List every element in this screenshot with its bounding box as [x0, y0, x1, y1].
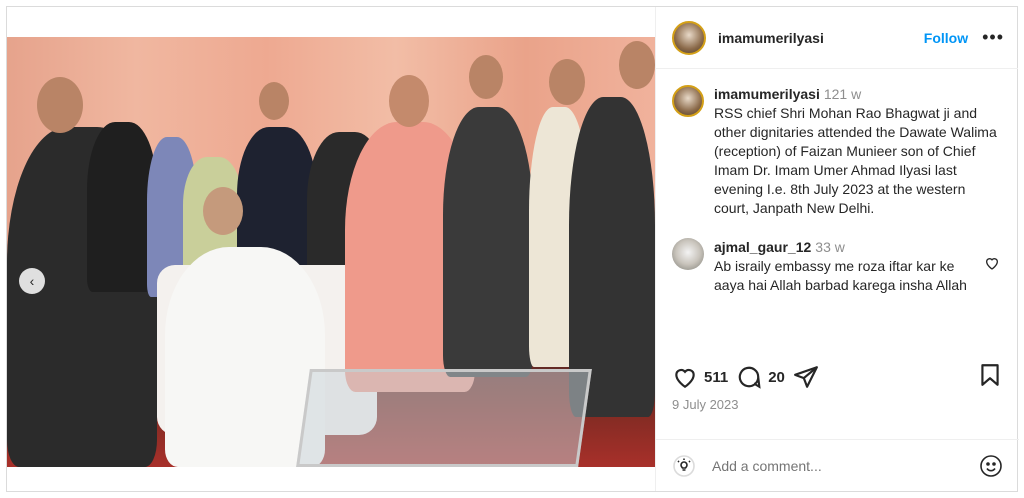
commenter-username[interactable]: imamumerilyasi	[714, 86, 820, 102]
add-comment-bar	[656, 439, 1019, 491]
photo-figure	[443, 107, 533, 377]
bookmark-icon	[981, 363, 999, 386]
carousel-prev-button[interactable]: ‹	[19, 268, 45, 294]
like-button[interactable]: 511	[672, 364, 728, 390]
author-avatar[interactable]	[672, 20, 706, 55]
photo-figure	[619, 41, 655, 89]
more-dots-icon[interactable]: •••	[982, 27, 1004, 48]
share-button[interactable]	[793, 364, 819, 390]
paper-plane-icon	[793, 366, 818, 388]
photo-figure	[203, 187, 243, 235]
comment-age: 121 w	[823, 86, 862, 102]
comments-list: imamumerilyasi 121 w RSS chief Shri Mohan…	[656, 69, 1019, 347]
comment-body: ajmal_gaur_12 33 w Ab israily embassy me …	[714, 238, 977, 295]
instagram-post: ‹ imamumerilyasi Follow ••• imamumerilya…	[6, 6, 1019, 492]
comment-count: 20	[768, 368, 785, 386]
post-photo[interactable]: ‹	[7, 37, 655, 467]
commenter-avatar[interactable]	[672, 85, 704, 117]
post-sidebar: imamumerilyasi Follow ••• imamumerilyasi…	[655, 7, 1019, 491]
like-count: 511	[704, 368, 729, 386]
post-date: 9 July 2023	[672, 397, 739, 412]
comment-age: 33 w	[815, 239, 845, 255]
comment-bubble-icon	[738, 366, 761, 389]
comment-body: imamumerilyasi 121 w RSS chief Shri Mohan…	[714, 85, 1003, 218]
ai-sparkle-icon[interactable]	[672, 454, 696, 478]
caption-comment: imamumerilyasi 121 w RSS chief Shri Mohan…	[672, 85, 1003, 218]
list-item-comment: ajmal_gaur_12 33 w Ab israily embassy me …	[672, 238, 1003, 295]
commenter-avatar[interactable]	[672, 238, 704, 270]
commenter-username[interactable]: ajmal_gaur_12	[714, 239, 811, 255]
photo-figure	[37, 77, 83, 133]
save-button[interactable]	[977, 362, 1003, 393]
comment-button[interactable]: 20	[736, 364, 785, 390]
photo-figure	[259, 82, 289, 120]
smiley-icon[interactable]	[979, 454, 1003, 478]
photo-figure	[549, 59, 585, 105]
chevron-left-icon: ‹	[29, 273, 35, 289]
photo-figure	[389, 75, 429, 127]
action-bar: 511 20	[656, 357, 1019, 397]
comment-text: RSS chief Shri Mohan Rao Bhagwat ji and …	[714, 105, 997, 216]
comment-input[interactable]	[712, 457, 979, 474]
post-header: imamumerilyasi Follow •••	[656, 7, 1018, 69]
follow-button[interactable]: Follow	[924, 30, 968, 46]
photo-glass-table	[296, 369, 592, 467]
photo-figure	[469, 55, 503, 99]
author-username[interactable]: imamumerilyasi	[718, 30, 824, 46]
heart-icon	[675, 368, 695, 389]
comment-like-heart-icon[interactable]	[984, 255, 1000, 271]
comment-text: Ab israily embassy me roza iftar kar ke …	[714, 258, 967, 293]
